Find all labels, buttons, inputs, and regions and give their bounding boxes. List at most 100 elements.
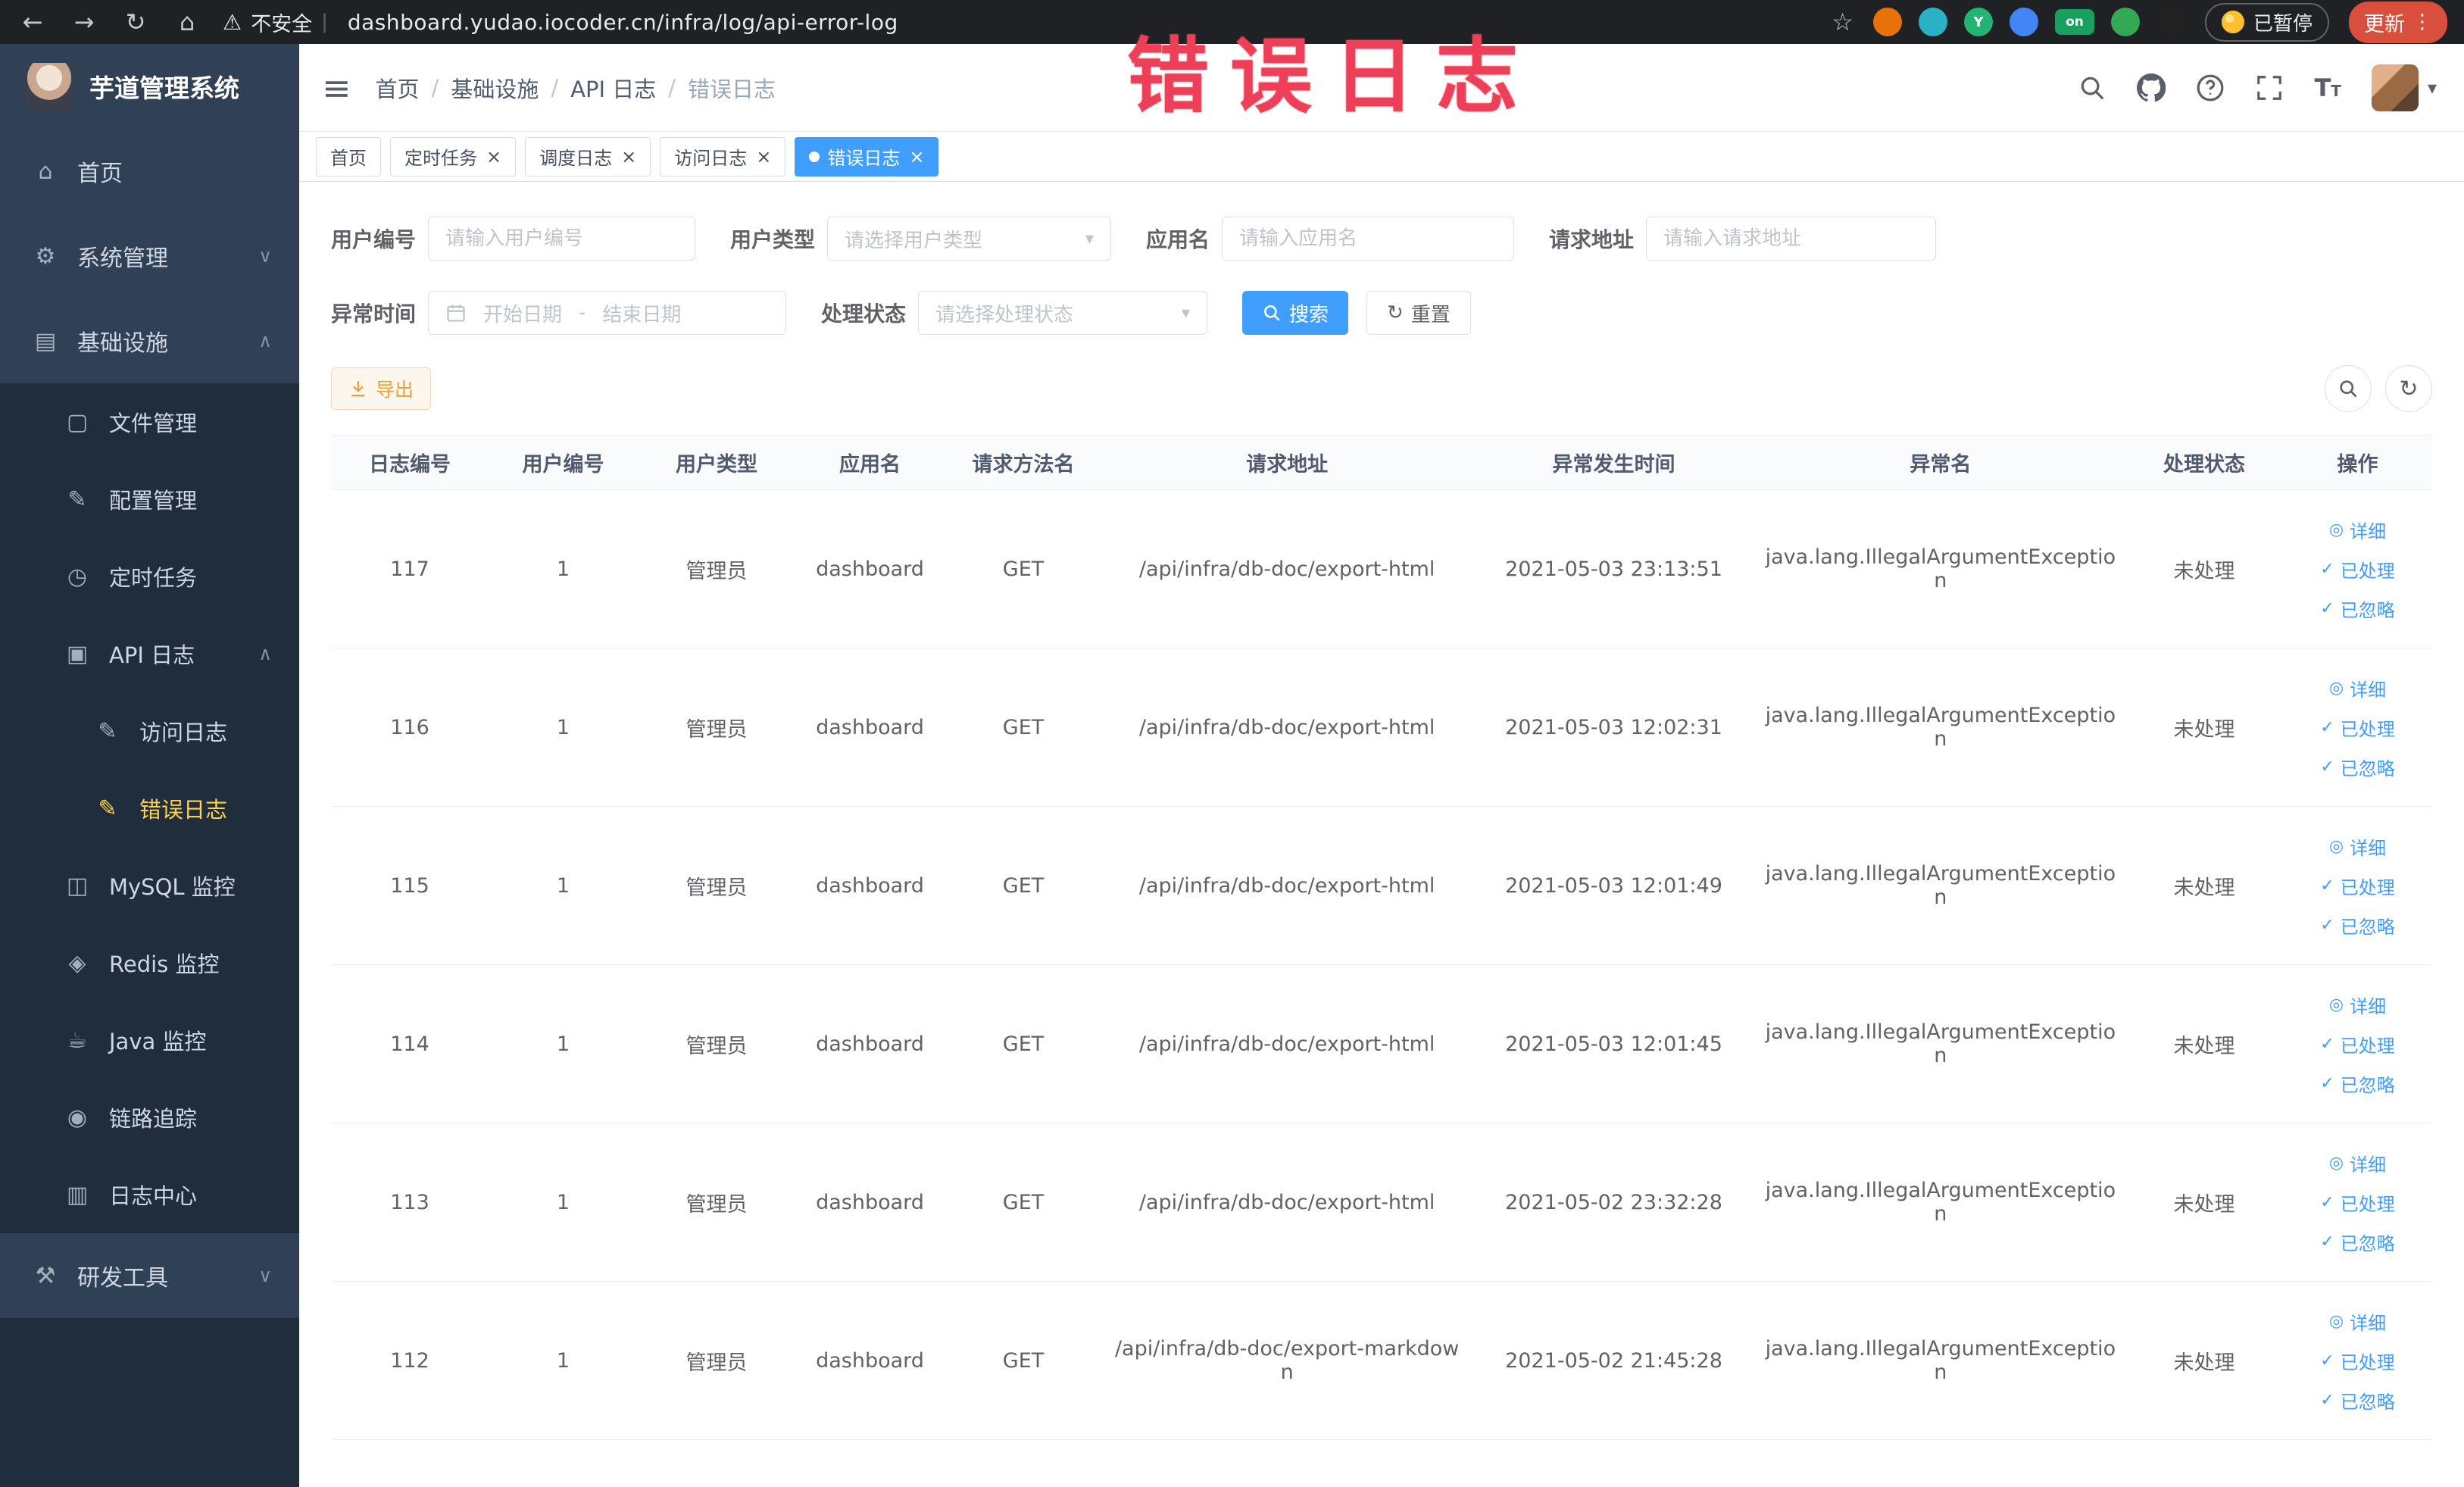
action-processed[interactable]: ✓ 已处理 [2291,866,2425,905]
security-indicator[interactable]: ⚠ 不安全 | [223,8,328,37]
sidebar-item-config[interactable]: ✎ 配置管理 [0,461,299,538]
update-label: 更新 [2364,12,2405,36]
sidebar-item-redis[interactable]: ◈ Redis 监控 [0,924,299,1001]
sidebar-logo[interactable]: 芋道管理系统 [0,44,299,129]
sidebar-item-java[interactable]: ☕ Java 监控 [0,1001,299,1079]
reload-icon[interactable]: ↻ [120,8,151,36]
table-cell: dashboard [795,1281,945,1440]
action-detail[interactable]: ◎ 详细 [2291,668,2425,708]
back-icon[interactable]: ← [17,8,48,36]
reset-button[interactable]: ↻ 重置 [1366,291,1471,335]
hamburger-icon[interactable]: ≡ [322,70,351,105]
paused-badge[interactable]: 已暂停 [2204,2,2329,42]
export-button[interactable]: 导出 [331,367,432,410]
font-size-icon[interactable]: TT [2314,73,2341,102]
sidebar-item-log-center[interactable]: ▥ 日志中心 [0,1156,299,1233]
chevron-down-icon: ∨ [258,245,272,267]
action-ignored[interactable]: ✓ 已忽略 [2291,1064,2425,1103]
action-processed[interactable]: ✓ 已处理 [2291,549,2425,589]
forward-icon[interactable]: → [68,8,100,36]
table-cell: 117 [331,489,489,648]
action-processed[interactable]: ✓ 已处理 [2291,1182,2425,1222]
action-processed[interactable]: ✓ 已处理 [2291,1024,2425,1064]
address-bar[interactable]: dashboard.yudao.iocoder.cn/infra/log/api… [348,10,898,35]
action-ignored[interactable]: ✓ 已忽略 [2291,1222,2425,1261]
action-detail[interactable]: ◎ 详细 [2291,826,2425,866]
fullscreen-icon[interactable] [2255,73,2284,102]
action-ignored[interactable]: ✓ 已忽略 [2291,905,2425,945]
refresh-button[interactable]: ↻ [2385,365,2432,412]
help-icon[interactable] [2196,73,2225,102]
sidebar-item-job[interactable]: ◷ 定时任务 [0,538,299,615]
request-url-input[interactable] [1646,217,1937,261]
eye-icon: ◎ [2328,520,2344,539]
sidebar-item-mysql[interactable]: ◫ MySQL 监控 [0,847,299,924]
user-dropdown[interactable]: ▾ [2371,64,2437,111]
breadcrumb-item-0[interactable]: 首页 [376,72,420,104]
process-status-select[interactable]: 请选择处理状态 ▾ [918,291,1208,335]
user-type-select[interactable]: 请选择用户类型 ▾ [827,217,1112,261]
action-detail[interactable]: ◎ 详细 [2291,1301,2425,1341]
hide-search-button[interactable] [2325,365,2372,412]
action-ignored[interactable]: ✓ 已忽略 [2291,747,2425,786]
sidebar-item-infra[interactable]: ▤ 基础设施 ∧ [0,298,299,383]
tab-close-icon[interactable]: × [621,148,636,166]
filter-label-request-url: 请求地址 [1549,227,1635,252]
tab-access-log[interactable]: 访问日志 × [660,136,786,177]
bookmark-star-icon[interactable]: ☆ [1832,8,1853,36]
tab-close-icon[interactable]: × [909,148,924,166]
sidebar-item-system[interactable]: ⚙ 系统管理 ∨ [0,214,299,298]
active-tab-dot [809,151,820,162]
tab-close-icon[interactable]: × [486,148,501,166]
user-avatar[interactable] [2371,64,2419,111]
extension-dark-paw-icon[interactable] [2156,8,2185,36]
app-name-input[interactable] [1222,217,1515,261]
sidebar-item-label: 研发工具 [77,1265,168,1292]
sidebar-item-file[interactable]: ▢ 文件管理 [0,383,299,461]
table-cell: dashboard [795,1123,945,1282]
tab-job-log[interactable]: 调度日志 × [525,136,651,177]
check-icon: ✓ [2320,559,2334,579]
extension-blue-grid-icon[interactable] [2009,8,2038,36]
extension-teal-drop-icon[interactable] [1918,8,1947,36]
extension-green-leaf-icon[interactable] [2110,8,2140,36]
tab-label: 错误日志 [827,148,901,169]
action-ignored[interactable]: ✓ 已忽略 [2291,1380,2425,1420]
table-header-row: 日志编号 用户编号 用户类型 应用名 请求方法名 请求地址 异常发生时间 异常名 处理状态 操作 [331,435,2432,490]
sidebar-item-trace[interactable]: ◉ 链路追踪 [0,1079,299,1156]
tab-close-icon[interactable]: × [756,148,771,166]
exception-time-range[interactable]: 开始日期 - 结束日期 [428,291,787,335]
action-detail[interactable]: ◎ 详细 [2291,510,2425,549]
table-row: 117 1 管理员 dashboard GET/api/infra/db-doc/exp… [331,489,2432,648]
action-label: 详细 [2350,1154,2387,1176]
action-processed[interactable]: ✓ 已处理 [2291,708,2425,747]
action-processed[interactable]: ✓ 已处理 [2291,1341,2425,1380]
sidebar-item-home[interactable]: ⌂ 首页 [0,129,299,214]
action-detail[interactable]: ◎ 详细 [2291,985,2425,1024]
filter-label-user-id: 用户编号 [331,227,417,252]
breadcrumb-item-2[interactable]: API 日志 [570,72,656,104]
user-id-input[interactable] [428,217,696,261]
extension-orange-circle-icon[interactable] [1872,8,1902,36]
sidebar-item-dev-tools[interactable]: ⚒ 研发工具 ∨ [0,1233,299,1318]
action-ignored[interactable]: ✓ 已忽略 [2291,589,2425,628]
update-button[interactable]: 更新 ⋮ [2349,1,2447,43]
github-icon[interactable] [2137,73,2166,102]
tab-job[interactable]: 定时任务 × [390,136,517,177]
tab-home[interactable]: 首页 [316,136,381,177]
tab-error-log[interactable]: 错误日志 × [795,136,939,177]
extension-on-badge-icon[interactable]: on [2054,9,2094,35]
tab-label: 调度日志 [539,148,613,169]
sidebar-item-api-log[interactable]: ▣ API 日志 ∧ [0,615,299,692]
search-button[interactable]: 搜索 [1242,291,1349,335]
breadcrumb-item-1[interactable]: 基础设施 [451,72,539,104]
extension-green-y-icon[interactable]: Y [1963,8,1993,36]
browser-menu-icon[interactable]: ⋮ [2412,11,2432,33]
sidebar-item-access-log[interactable]: ✎ 访问日志 [0,692,299,770]
table-cell: dashboard [795,489,945,648]
search-icon[interactable] [2078,73,2106,102]
home-icon[interactable]: ⌂ [171,8,203,36]
table-body: 117 1 管理员 dashboard GET/api/infra/db-doc/exp… [331,489,2432,1440]
action-detail[interactable]: ◎ 详细 [2291,1143,2425,1182]
sidebar-item-error-log[interactable]: ✎ 错误日志 [0,770,299,847]
